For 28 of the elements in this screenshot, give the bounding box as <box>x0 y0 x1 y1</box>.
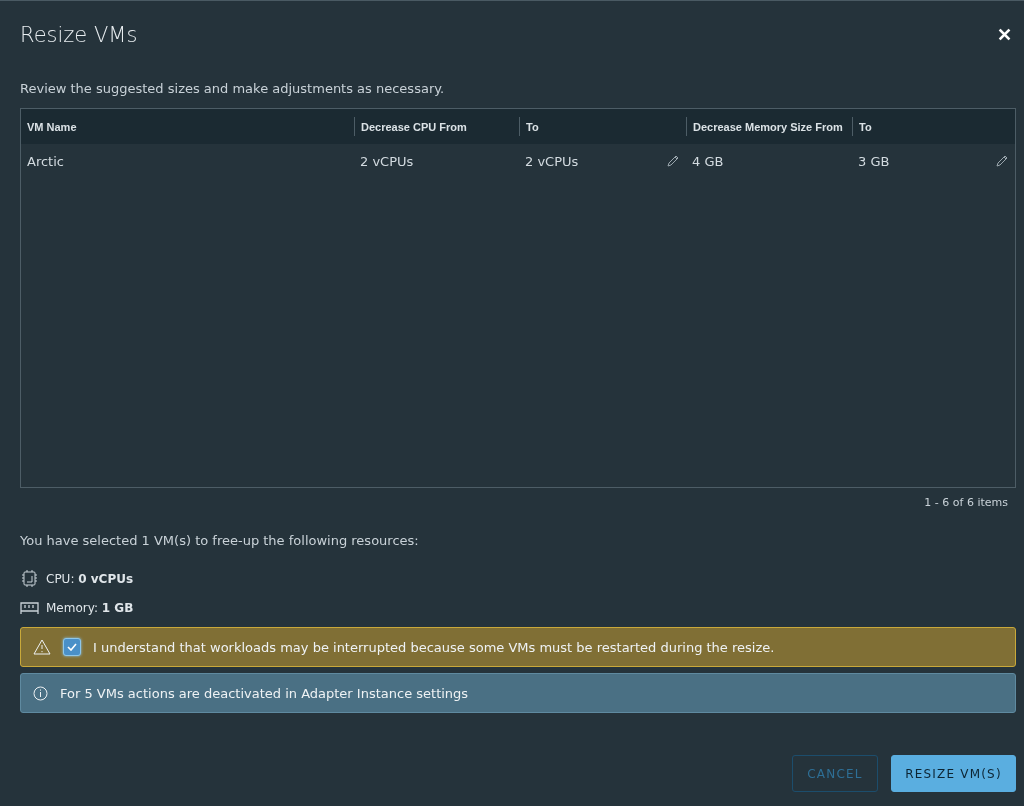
column-header[interactable]: To <box>526 120 539 133</box>
memory-icon <box>20 601 39 615</box>
table-cell: Arctic <box>27 153 64 169</box>
column-header[interactable]: Decrease Memory Size From <box>693 120 843 133</box>
pagination-text: 1 - 6 of 6 items <box>923 496 1008 509</box>
warning-icon <box>33 639 51 655</box>
checkmark-icon <box>67 643 77 651</box>
summary-text: You have selected 1 VM(s) to free-up the following resources: <box>20 533 420 548</box>
intro-text: Review the suggested sizes and make adjustments as necessary. <box>20 81 446 96</box>
table-cell: 2 vCPUs <box>360 153 414 169</box>
table-cell: 3 GB <box>858 153 890 169</box>
resize-button[interactable]: RESIZE VM(S) <box>891 755 1016 792</box>
table-cell: 2 vCPUs <box>525 153 579 169</box>
info-icon <box>33 685 48 701</box>
column-header[interactable]: Decrease CPU From <box>361 120 467 133</box>
checkbox[interactable] <box>63 638 81 656</box>
pencil-icon[interactable] <box>995 154 1009 168</box>
resource-text: CPU: 0 vCPUs <box>46 571 134 586</box>
resource-text: Memory: 1 GB <box>46 601 134 615</box>
column-header[interactable]: VM Name <box>27 120 77 133</box>
alert-text: I understand that workloads may be interrupted because some VMs must be restarted during the resize. <box>93 639 775 655</box>
chip-icon <box>20 570 39 587</box>
close-button[interactable]: ✕ <box>993 24 1016 46</box>
table-cell: 4 GB <box>692 153 724 169</box>
column-header[interactable]: To <box>859 120 872 133</box>
dialog-title: Resize VMs <box>20 23 138 47</box>
pencil-icon[interactable] <box>666 154 680 168</box>
alert-text: For 5 VMs actions are deactivated in Adapter Instance settings <box>60 685 469 701</box>
